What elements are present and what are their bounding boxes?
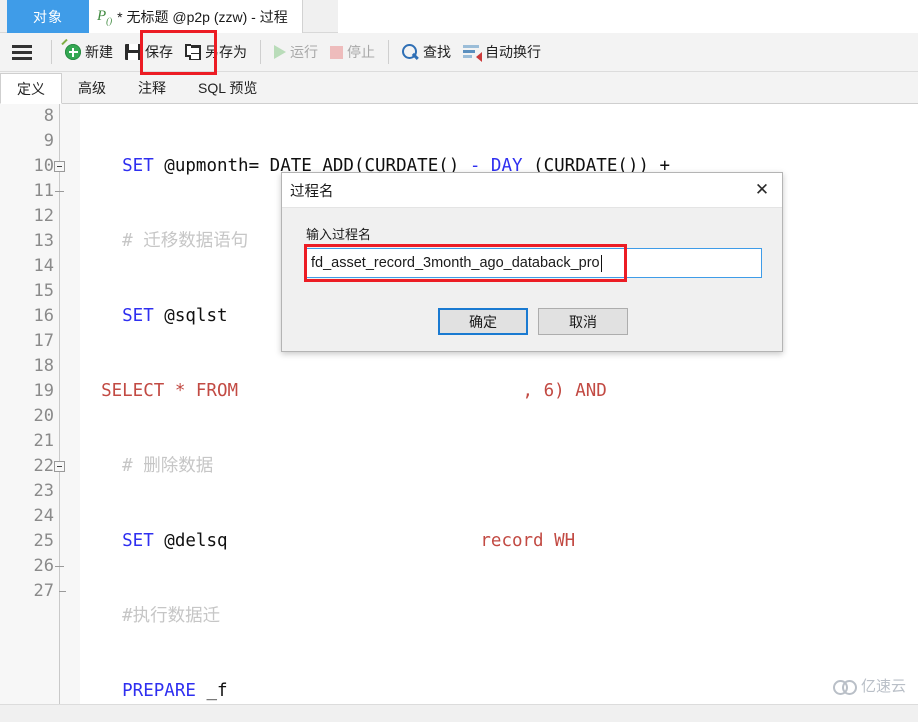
- toolbar-separator: [51, 40, 52, 64]
- line-number: 27: [33, 581, 54, 601]
- line-number: 9: [43, 131, 54, 151]
- subtab-advanced-label: 高级: [78, 79, 106, 96]
- line-number: 12: [33, 206, 54, 226]
- stop-icon: [330, 45, 343, 59]
- procedure-name-input[interactable]: fd_asset_record_3month_ago_databack_pro: [306, 248, 762, 278]
- tab-objects[interactable]: 对象: [7, 0, 89, 33]
- dialog-titlebar: 过程名 ✕: [282, 173, 782, 208]
- toolbar-separator-2: [260, 40, 261, 64]
- line-number: 10: [33, 156, 54, 176]
- run-icon: [274, 45, 286, 59]
- subtab-comment-label: 注释: [138, 79, 166, 96]
- toolbar-separator-3: [388, 40, 389, 64]
- cloud-icon: [832, 679, 857, 695]
- line-number: 16: [33, 306, 54, 326]
- line-number: 18: [33, 356, 54, 376]
- run-button[interactable]: 运行: [268, 37, 324, 67]
- save-icon: [125, 44, 141, 60]
- line-number: 15: [33, 281, 54, 301]
- line-number: 19: [33, 381, 54, 401]
- line-number: 23: [33, 481, 54, 501]
- line-number: 13: [33, 231, 54, 251]
- save-as-button[interactable]: 另存为: [179, 37, 253, 67]
- word-wrap-button[interactable]: 自动换行: [457, 37, 547, 67]
- find-button[interactable]: 查找: [396, 37, 457, 67]
- new-icon: [61, 38, 81, 60]
- procedure-name-dialog: 过程名 ✕ 输入过程名 fd_asset_record_3month_ago_d…: [281, 172, 783, 352]
- fold-rail: [59, 104, 60, 704]
- word-wrap-label: 自动换行: [485, 44, 541, 60]
- close-icon[interactable]: ✕: [746, 175, 778, 205]
- line-number: 25: [33, 531, 54, 551]
- fold-toggle-line-10[interactable]: [54, 161, 65, 172]
- code-line-11: SELECT * FROM , 6) AND: [80, 381, 618, 401]
- line-number: 24: [33, 506, 54, 526]
- watermark: 亿速云: [832, 675, 906, 696]
- subtab-comment[interactable]: 注释: [122, 72, 182, 103]
- save-as-icon: [185, 44, 201, 60]
- stop-button-label: 停止: [347, 44, 375, 60]
- editor-subtabs: 定义 高级 注释 SQL 预览: [0, 72, 918, 104]
- watermark-text: 亿速云: [860, 678, 906, 695]
- procedure-name-input-value: fd_asset_record_3month_ago_databack_pro: [311, 255, 600, 271]
- dialog-body: 输入过程名 fd_asset_record_3month_ago_databac…: [282, 208, 782, 351]
- line-number: 22: [33, 456, 54, 476]
- ok-button-label: 确定: [469, 313, 497, 330]
- cancel-button-label: 取消: [569, 313, 597, 330]
- ok-button[interactable]: 确定: [438, 308, 528, 335]
- save-button[interactable]: 保存: [119, 37, 179, 67]
- save-as-button-label: 另存为: [205, 44, 247, 60]
- find-button-label: 查找: [423, 44, 451, 60]
- fold-marker-line-27: [59, 591, 66, 592]
- new-button[interactable]: 新建: [59, 37, 119, 67]
- procedure-name-field-label: 输入过程名: [306, 227, 372, 242]
- dialog-title: 过程名: [290, 183, 334, 200]
- line-number-gutter: 8 9 10 11 12 13 14 15 16 17 18 19 20 21 …: [0, 104, 80, 704]
- line-number: 17: [33, 331, 54, 351]
- subtabs-empty-area: [273, 72, 918, 103]
- search-icon: [402, 43, 419, 61]
- fold-marker-line-26: [55, 566, 64, 567]
- fold-toggle-line-22[interactable]: [54, 461, 65, 472]
- line-number: 11: [33, 181, 54, 201]
- stop-button[interactable]: 停止: [324, 37, 381, 67]
- main-toolbar: 新建 保存 另存为 运行 停止 查找 自动换行: [0, 33, 918, 72]
- procedure-editor-window: 对象 P() * 无标题 @p2p (zzw) - 过程 新建 保存 另存为 运…: [0, 0, 918, 722]
- line-number: 14: [33, 256, 54, 276]
- word-wrap-icon: [463, 44, 482, 62]
- code-line-13: SET @delsq record WH: [80, 531, 576, 551]
- fold-marker-line-11: [55, 191, 64, 192]
- tab-document-procedure[interactable]: P() * 无标题 @p2p (zzw) - 过程: [89, 0, 303, 33]
- titlebar: 对象 P() * 无标题 @p2p (zzw) - 过程: [0, 0, 918, 33]
- cancel-button[interactable]: 取消: [538, 308, 628, 335]
- tabstrip-empty-area: [338, 0, 918, 33]
- text-caret: [600, 254, 602, 272]
- subtab-advanced[interactable]: 高级: [62, 72, 122, 103]
- procedure-icon: P(): [97, 7, 113, 26]
- subtab-sql-preview-label: SQL 预览: [198, 79, 258, 96]
- code-line-14: #执行数据迁: [80, 606, 221, 626]
- save-button-label: 保存: [145, 44, 173, 60]
- subtab-definition[interactable]: 定义: [0, 73, 62, 104]
- line-number: 26: [33, 556, 54, 576]
- code-line-15: PREPARE _f: [80, 681, 228, 701]
- line-number: 21: [33, 431, 54, 451]
- hamburger-menu-icon[interactable]: [0, 33, 44, 72]
- run-button-label: 运行: [290, 44, 318, 60]
- tab-document-label: * 无标题 @p2p (zzw) - 过程: [117, 8, 288, 25]
- bottom-bar: [0, 704, 918, 722]
- tab-objects-label: 对象: [33, 8, 63, 25]
- subtab-definition-label: 定义: [17, 80, 45, 97]
- code-line-12: # 删除数据: [80, 456, 214, 476]
- subtab-sql-preview[interactable]: SQL 预览: [182, 72, 273, 103]
- line-number: 8: [43, 106, 54, 126]
- new-button-label: 新建: [85, 44, 113, 60]
- line-number: 20: [33, 406, 54, 426]
